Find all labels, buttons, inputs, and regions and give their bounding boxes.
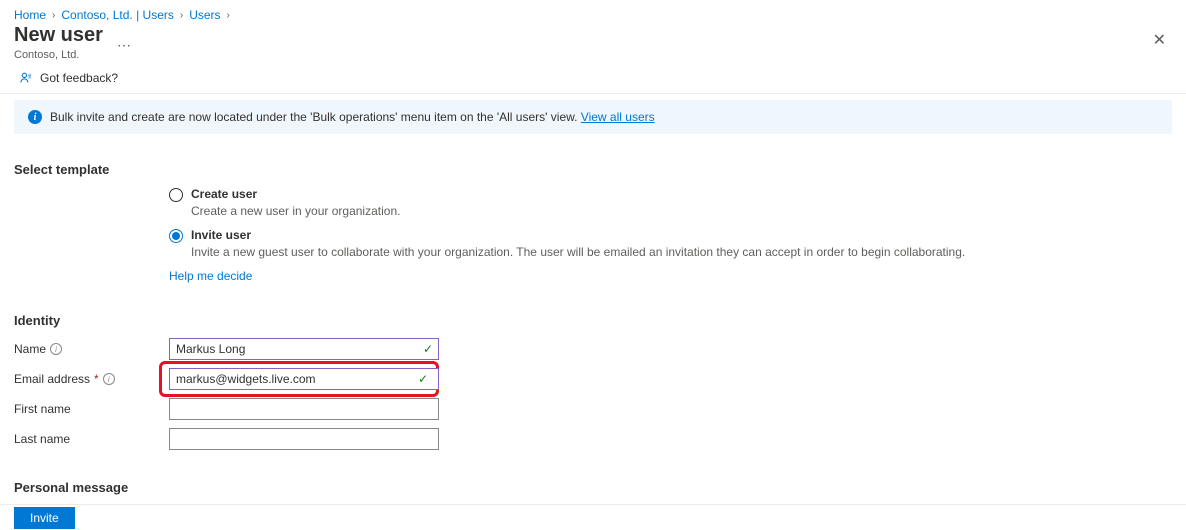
chevron-right-icon: › <box>180 10 183 21</box>
radio-create-user[interactable]: Create user <box>169 187 1172 202</box>
radio-invite-user-desc: Invite a new guest user to collaborate w… <box>191 245 1172 259</box>
select-template-heading: Select template <box>14 162 1172 177</box>
help-me-decide-link[interactable]: Help me decide <box>169 269 1172 283</box>
required-asterisk: * <box>94 372 99 386</box>
chevron-right-icon: › <box>227 10 230 21</box>
radio-invite-user[interactable]: Invite user <box>169 228 1172 243</box>
personal-message-heading: Personal message <box>14 480 1172 495</box>
first-name-label: First name <box>14 402 71 416</box>
radio-invite-user-label: Invite user <box>191 228 251 242</box>
email-label: Email address <box>14 372 90 386</box>
info-circle-icon[interactable]: i <box>103 373 115 385</box>
page-title: New user <box>14 24 103 47</box>
invite-button[interactable]: Invite <box>14 507 75 529</box>
identity-heading: Identity <box>14 313 1172 328</box>
info-icon: i <box>28 110 42 124</box>
page-header: New user Contoso, Ltd. ⋯ ✕ <box>0 24 1186 65</box>
name-input[interactable] <box>169 338 439 360</box>
email-input[interactable] <box>169 368 439 390</box>
page-subtitle: Contoso, Ltd. <box>14 49 103 61</box>
content-scroll-region[interactable]: i Bulk invite and create are now located… <box>0 80 1186 504</box>
action-bar: Invite <box>0 504 1186 530</box>
checkmark-icon: ✓ <box>423 342 433 356</box>
info-banner-text: Bulk invite and create are now located u… <box>50 110 581 124</box>
first-name-input[interactable] <box>169 398 439 420</box>
info-circle-icon[interactable]: i <box>50 343 62 355</box>
info-banner: i Bulk invite and create are now located… <box>14 100 1172 134</box>
radio-create-user-label: Create user <box>191 187 257 201</box>
chevron-right-icon: › <box>52 10 55 21</box>
last-name-input[interactable] <box>169 428 439 450</box>
more-actions-button[interactable]: ⋯ <box>113 37 135 54</box>
breadcrumb: Home › Contoso, Ltd. | Users › Users › <box>0 0 1186 24</box>
name-label: Name <box>14 342 46 356</box>
breadcrumb-home[interactable]: Home <box>14 8 46 22</box>
view-all-users-link[interactable]: View all users <box>581 110 655 124</box>
radio-icon-selected <box>169 229 183 243</box>
radio-create-user-desc: Create a new user in your organization. <box>191 204 1172 218</box>
close-button[interactable]: ✕ <box>1153 24 1172 50</box>
radio-icon <box>169 188 183 202</box>
breadcrumb-org-users[interactable]: Contoso, Ltd. | Users <box>61 8 174 22</box>
checkmark-icon: ✓ <box>418 372 428 386</box>
breadcrumb-users[interactable]: Users <box>189 8 220 22</box>
last-name-label: Last name <box>14 432 70 446</box>
